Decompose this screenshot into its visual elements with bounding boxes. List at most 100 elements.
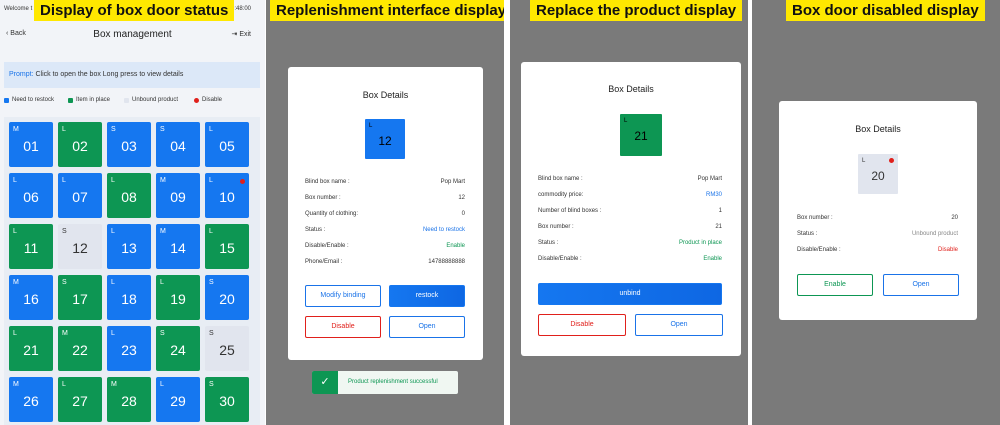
welcome-text: Welcome t — [4, 6, 33, 12]
box-cell-08[interactable]: L 08 — [107, 173, 151, 218]
box-cell-17[interactable]: S 17 — [58, 275, 102, 320]
box-number: 11 — [23, 240, 39, 256]
legend-disable: Disable — [194, 97, 222, 103]
disable-button[interactable]: Disable — [305, 316, 381, 338]
detail-value: Unbound product — [911, 231, 958, 237]
box-number: 13 — [121, 240, 137, 256]
box-number: 07 — [72, 189, 88, 205]
box-size: S — [160, 126, 165, 133]
box-cell-28[interactable]: M 28 — [107, 377, 151, 422]
box-number: 24 — [170, 342, 186, 358]
box-cell-18[interactable]: L 18 — [107, 275, 151, 320]
box-cell-14[interactable]: M 14 — [156, 224, 200, 269]
box-number: 19 — [170, 291, 186, 307]
modify-binding-button[interactable]: Modify binding — [305, 285, 381, 307]
box-cell-29[interactable]: L 29 — [156, 377, 200, 422]
box-size: S — [62, 279, 67, 286]
check-icon: ✓ — [312, 371, 338, 394]
box-number: 05 — [219, 138, 235, 154]
caption-replenishment: Replenishment interface display — [270, 0, 504, 21]
box-number: 12 — [378, 134, 392, 148]
legend-dot — [194, 97, 199, 103]
detail-row: Disable/Enable : Enable — [305, 243, 465, 249]
open-button[interactable]: Open — [883, 274, 959, 296]
box-cell-27[interactable]: L 27 — [58, 377, 102, 422]
unbind-button[interactable]: unbind — [538, 283, 722, 305]
nav-bar: ‹ Back Box management ⇥ Exit — [0, 24, 265, 48]
box-cell-10[interactable]: L 10 — [205, 173, 249, 218]
box-size: S — [160, 330, 165, 337]
restock-button[interactable]: restock — [389, 285, 465, 307]
box-size: M — [160, 177, 166, 184]
box-number: 14 — [170, 240, 186, 256]
box-cell-13[interactable]: L 13 — [107, 224, 151, 269]
detail-value: Need to restock — [422, 227, 465, 233]
box-size: L — [209, 126, 213, 133]
box-cell-12[interactable]: S 12 — [58, 224, 102, 269]
box-cell-09[interactable]: M 09 — [156, 173, 200, 218]
detail-value: 14788888888 — [428, 259, 465, 265]
box-cell-23[interactable]: L 23 — [107, 326, 151, 371]
box-number: 25 — [219, 342, 235, 358]
detail-label: Number of blind boxes : — [538, 208, 602, 214]
box-cell-03[interactable]: S 03 — [107, 122, 151, 167]
detail-row: Phone/Email : 14788888888 — [305, 259, 465, 265]
box-cell-30[interactable]: S 30 — [205, 377, 249, 422]
detail-label: Status : — [797, 231, 818, 237]
box-cell-06[interactable]: L 06 — [9, 173, 53, 218]
box-cell-05[interactable]: L 05 — [205, 122, 249, 167]
box-tile: L 12 — [365, 119, 405, 159]
box-cell-19[interactable]: L 19 — [156, 275, 200, 320]
page-title: Box management — [93, 29, 172, 40]
open-button[interactable]: Open — [635, 314, 723, 336]
disable-button[interactable]: Disable — [538, 314, 626, 336]
exit-button[interactable]: ⇥ Exit — [232, 30, 251, 38]
box-cell-20[interactable]: S 20 — [205, 275, 249, 320]
box-size: S — [209, 381, 214, 388]
box-size: M — [13, 126, 19, 133]
box-cell-24[interactable]: S 24 — [156, 326, 200, 371]
detail-value: Product in place — [678, 240, 722, 246]
box-size: M — [13, 279, 19, 286]
box-cell-22[interactable]: M 22 — [58, 326, 102, 371]
detail-row: Disable/Enable : Disable — [797, 247, 958, 253]
box-number: 02 — [72, 138, 88, 154]
box-size: L — [13, 228, 17, 235]
box-size: L — [111, 228, 115, 235]
box-cell-25[interactable]: S 25 — [205, 326, 249, 371]
box-number: 17 — [72, 291, 88, 307]
legend-unbound: Unbound product — [124, 97, 178, 103]
disabled-dot-icon — [889, 158, 894, 163]
box-cell-26[interactable]: M 26 — [9, 377, 53, 422]
box-size: L — [160, 279, 164, 286]
detail-label: Disable/Enable : — [305, 243, 349, 249]
box-number: 04 — [170, 138, 186, 154]
box-size: M — [13, 381, 19, 388]
box-number: 20 — [219, 291, 235, 307]
box-cell-07[interactable]: L 07 — [58, 173, 102, 218]
detail-label: Phone/Email : — [305, 259, 343, 265]
box-size: L — [369, 123, 373, 129]
box-cell-04[interactable]: S 04 — [156, 122, 200, 167]
box-number: 26 — [23, 393, 39, 409]
legend-label: Item in place — [76, 97, 111, 103]
legend-item-in-place: Item in place — [68, 97, 110, 103]
legend-swatch — [68, 97, 73, 103]
box-cell-21[interactable]: L 21 — [9, 326, 53, 371]
box-cell-16[interactable]: M 16 — [9, 275, 53, 320]
box-tile: L 21 — [620, 114, 662, 156]
replenishment-screen: Replenishment interface display Box Deta… — [266, 0, 504, 425]
exit-label: Exit — [239, 31, 251, 38]
enable-button[interactable]: Enable — [797, 274, 873, 296]
box-cell-11[interactable]: L 11 — [9, 224, 53, 269]
detail-row: commodity price: RM30 — [538, 192, 722, 198]
box-cell-01[interactable]: M 01 — [9, 122, 53, 167]
box-cell-15[interactable]: L 15 — [205, 224, 249, 269]
box-number: 06 — [23, 189, 39, 205]
detail-row: Quantity of clothing: 0 — [305, 211, 465, 217]
box-size: L — [62, 126, 66, 133]
box-cell-02[interactable]: L 02 — [58, 122, 102, 167]
open-button[interactable]: Open — [389, 316, 465, 338]
box-number: 18 — [121, 291, 137, 307]
box-size: L — [111, 330, 115, 337]
